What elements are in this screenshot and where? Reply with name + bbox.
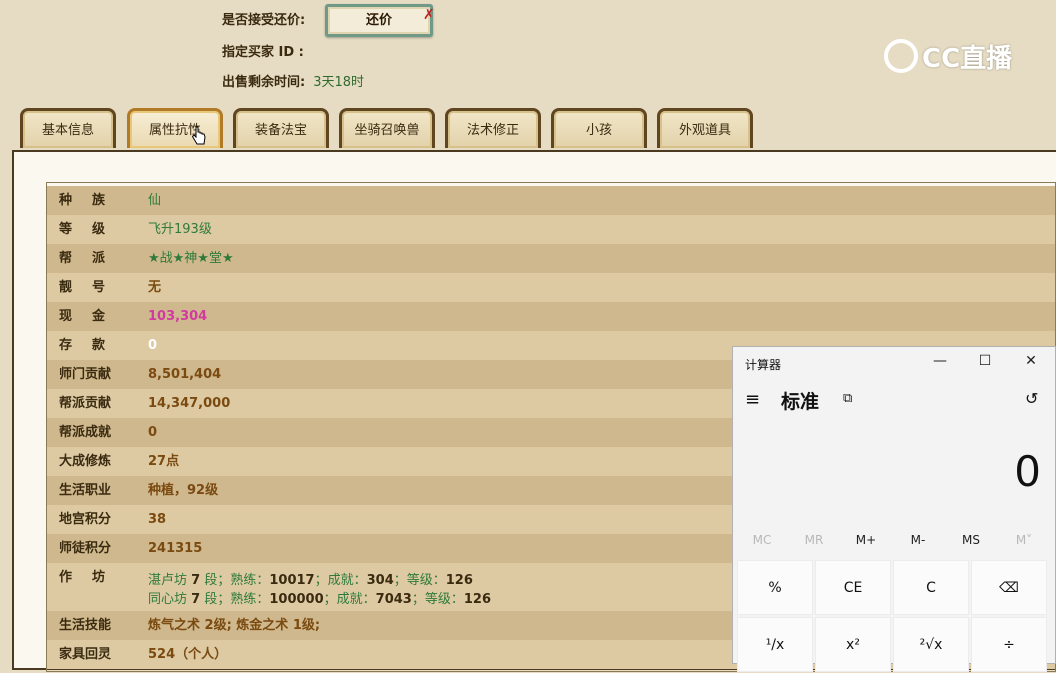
row-label: 生活职业 — [59, 483, 112, 498]
row-label: 师门贡献 — [59, 367, 112, 382]
row-label: 帮派成就 — [59, 425, 112, 440]
row-label: 作坊 — [59, 570, 126, 585]
cc-logo-icon — [884, 39, 918, 73]
buyer-id-label: 指定买家 ID : — [222, 45, 304, 60]
row-value: 种植，92级 — [148, 483, 219, 498]
row-label: 帮派贡献 — [59, 396, 112, 411]
row-value: ★战★神★堂★ — [148, 251, 234, 266]
cc-live-logo: CC直播 — [884, 36, 1012, 76]
row-label: 存款 — [59, 338, 126, 353]
table-row: 靓号 无 — [47, 273, 1055, 302]
counter-offer-button[interactable]: 还价 — [325, 4, 433, 37]
hand-cursor-icon — [192, 126, 206, 145]
close-icon[interactable]: ✕ — [1021, 353, 1041, 369]
row-value: 27点 — [148, 454, 180, 469]
pin-icon[interactable]: ✗ — [423, 7, 435, 23]
row-label: 大成修炼 — [59, 454, 112, 469]
minimize-icon[interactable]: — — [930, 353, 950, 369]
row-value: 0 — [148, 338, 158, 353]
row-value: 0 — [148, 425, 158, 440]
memory-store-button[interactable]: MS — [944, 533, 998, 547]
time-left-row: 出售剩余时间: 3天18时 — [222, 71, 364, 90]
memory-clear-button[interactable]: MC — [735, 533, 789, 547]
row-value: 炼气之术 2级; 炼金之术 1级; — [148, 618, 321, 633]
calculator-window: 计算器 — ☐ ✕ ≡ 标准 ⧉ ↺ 0 MC MR M+ M- MS M˅ %… — [732, 346, 1056, 672]
history-icon[interactable]: ↺ — [1025, 389, 1038, 408]
workshop-line: 同心坊 7 段；熟练：100000；成就：7043；等级：126 — [148, 592, 491, 607]
memory-subtract-button[interactable]: M- — [891, 533, 945, 547]
tab-mounts-pets[interactable]: 坐骑召唤兽 — [339, 108, 435, 148]
row-label: 地宫积分 — [59, 512, 112, 527]
calculator-display: 0 — [1014, 447, 1041, 496]
table-row: 现金 103,304 — [47, 302, 1055, 331]
tab-basic-info[interactable]: 基本信息 — [20, 108, 116, 148]
memory-add-button[interactable]: M+ — [839, 533, 893, 547]
row-value: 524（个人） — [148, 647, 228, 662]
table-row: 等级 飞升193级 — [47, 215, 1055, 244]
time-left-value: 3天18时 — [313, 75, 365, 90]
row-value: 无 — [148, 280, 162, 295]
table-row: 帮派 ★战★神★堂★ — [47, 244, 1055, 273]
maximize-icon[interactable]: ☐ — [975, 353, 995, 369]
table-row: 种族 仙 — [47, 186, 1055, 215]
clear-entry-button[interactable]: CE — [815, 560, 891, 615]
keep-on-top-icon[interactable]: ⧉ — [843, 391, 852, 406]
calculator-title: 计算器 — [745, 358, 782, 372]
row-value: 38 — [148, 512, 167, 527]
time-left-label: 出售剩余时间: — [222, 75, 306, 90]
row-value: 8,501,404 — [148, 367, 222, 382]
row-value: 103,304 — [148, 309, 208, 324]
row-label: 生活技能 — [59, 618, 112, 633]
memory-row: MC MR M+ M- MS M˅ — [733, 533, 1056, 557]
tab-children[interactable]: 小孩 — [551, 108, 647, 148]
memory-recall-button[interactable]: MR — [787, 533, 841, 547]
row-label: 靓号 — [59, 280, 126, 295]
row-label: 种族 — [59, 193, 126, 208]
row-value: 14,347,000 — [148, 396, 231, 411]
tab-equipment[interactable]: 装备法宝 — [233, 108, 329, 148]
tab-spell-mods[interactable]: 法术修正 — [445, 108, 541, 148]
percent-button[interactable]: % — [737, 560, 813, 615]
calculator-mode: 标准 — [781, 391, 820, 413]
row-label: 等级 — [59, 222, 126, 237]
row-label: 师徒积分 — [59, 541, 112, 556]
clear-button[interactable]: C — [893, 560, 969, 615]
accept-counter-label: 是否接受还价: — [222, 13, 306, 28]
row-value: 飞升193级 — [148, 222, 212, 237]
hamburger-menu-icon[interactable]: ≡ — [745, 389, 760, 410]
row-value: 仙 — [148, 193, 162, 208]
row-label: 家具回灵 — [59, 647, 112, 662]
workshop-line: 湛卢坊 7 段；熟练：10017；成就：304；等级：126 — [148, 573, 473, 588]
row-label: 帮派 — [59, 251, 126, 266]
backspace-button[interactable]: ⌫ — [971, 560, 1047, 615]
tab-attributes[interactable]: 属性抗性 — [127, 108, 223, 148]
row-value: 241315 — [148, 541, 203, 556]
logo-text: CC直播 — [922, 43, 1013, 74]
memory-list-button[interactable]: M˅ — [997, 533, 1051, 547]
tab-appearance[interactable]: 外观道具 — [657, 108, 753, 148]
row-label: 现金 — [59, 309, 126, 324]
